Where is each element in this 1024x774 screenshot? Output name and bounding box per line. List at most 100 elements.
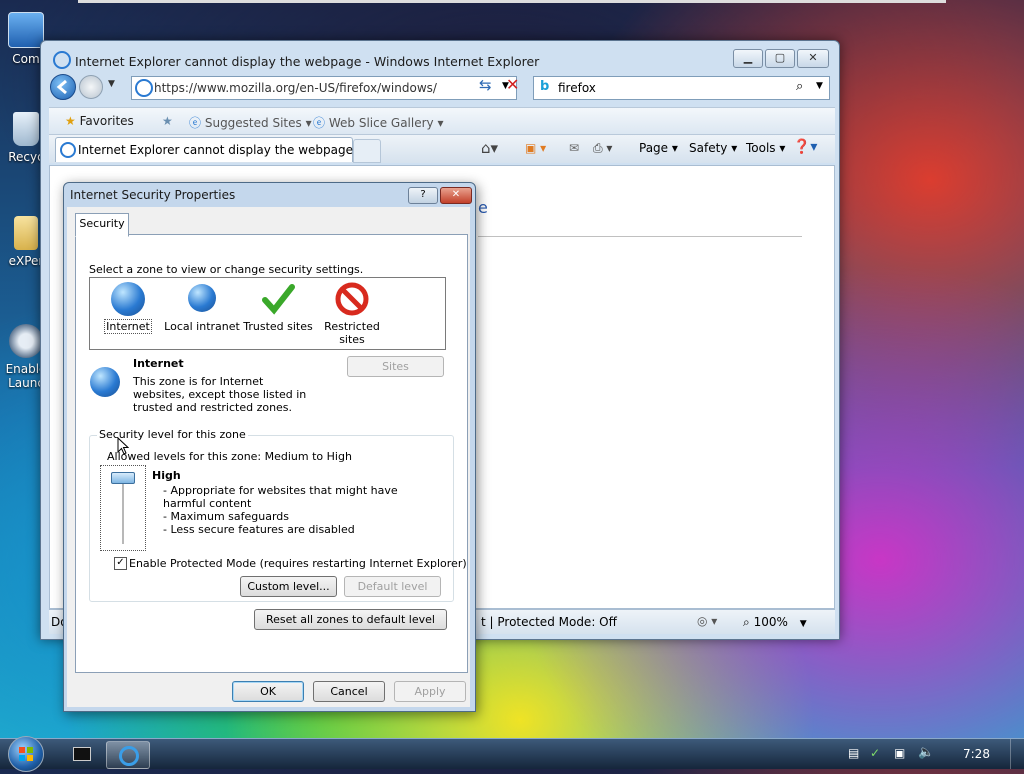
zone-trusted-sites[interactable]: Trusted sites — [240, 282, 316, 333]
search-query: firefox — [558, 81, 596, 95]
security-panel: Select a zone to view or change security… — [75, 234, 468, 673]
clock[interactable]: 7:28 — [963, 747, 990, 761]
add-favorites-icon[interactable]: ★ — [162, 114, 173, 128]
address-text: https://www.mozilla.org/en-US/firefox/wi… — [154, 81, 437, 95]
safety-menu-label: Safety — [689, 141, 728, 155]
new-tab-button[interactable] — [353, 139, 381, 163]
dialog-body: Security Select a zone to view or change… — [67, 207, 470, 707]
safety-menu[interactable]: Safety ▾ — [689, 141, 737, 155]
protected-mode-checkbox[interactable]: ✓ — [114, 557, 127, 570]
back-arrow-icon — [56, 79, 67, 95]
close-button[interactable]: ✕ — [797, 49, 829, 68]
minimize-button[interactable]: ▁ — [733, 49, 763, 68]
ok-button[interactable]: OK — [232, 681, 304, 702]
desktop-top-strip — [78, 0, 946, 3]
security-zone-icon[interactable]: ◎ ▾ — [697, 614, 717, 628]
tab-title: Internet Explorer cannot display the web… — [78, 143, 353, 157]
search-box[interactable]: b firefox ⌕ ▼ — [533, 76, 830, 100]
ie-title: Internet Explorer cannot display the web… — [53, 51, 539, 69]
close-icon: ✕ — [451, 189, 461, 200]
zoom-icon: ⌕ — [743, 615, 750, 629]
windows-logo-icon — [19, 747, 33, 761]
history-dropdown-icon[interactable]: ▼ — [108, 79, 115, 89]
search-dropdown-icon[interactable]: ▼ — [816, 81, 823, 91]
reset-all-zones-button[interactable]: Reset all zones to default level — [254, 609, 447, 630]
slider-thumb[interactable] — [111, 472, 135, 484]
show-desktop-button[interactable] — [1010, 739, 1024, 769]
address-bar[interactable]: https://www.mozilla.org/en-US/firefox/wi… — [131, 76, 517, 100]
custom-level-button[interactable]: Custom level... — [240, 576, 337, 597]
stop-icon[interactable]: ✕ — [506, 75, 519, 94]
page-menu-label: Page — [639, 141, 669, 155]
zoom-control[interactable]: ⌕ 100% ▼ — [743, 615, 807, 630]
level-desc-1: - Appropriate for websites that might ha… — [163, 484, 398, 510]
page-menu[interactable]: Page ▾ — [639, 141, 678, 155]
apply-button[interactable]: Apply — [394, 681, 466, 702]
cancel-button[interactable]: Cancel — [313, 681, 385, 702]
star-icon: ★ — [65, 114, 76, 128]
checkmark-icon — [262, 284, 295, 315]
maximize-icon: ▢ — [774, 51, 786, 64]
page-heading-fragment: e — [478, 198, 488, 217]
search-icon[interactable]: ⌕ — [796, 79, 803, 94]
action-center-icon[interactable]: ▤ — [848, 746, 859, 760]
level-desc-2: - Maximum safeguards — [163, 510, 290, 523]
start-button[interactable] — [8, 736, 44, 772]
home-icon[interactable]: ⌂▾ — [481, 139, 498, 157]
suggested-sites-label: Suggested Sites — [204, 116, 302, 130]
help-icon[interactable]: ❓▾ — [793, 139, 817, 155]
selected-zone-description: This zone is for Internet websites, exce… — [133, 375, 307, 414]
maximize-button[interactable]: ▢ — [765, 49, 795, 68]
zone-local-intranet[interactable]: Local intranet — [164, 282, 240, 333]
sites-button[interactable]: Sites — [347, 356, 444, 377]
tab-active[interactable]: Internet Explorer cannot display the web… — [55, 137, 353, 162]
slider-track — [122, 476, 124, 544]
taskbar-cmd-button[interactable] — [62, 741, 100, 767]
zone-label: Trusted sites — [243, 320, 313, 333]
tab-security[interactable]: Security — [75, 213, 129, 237]
tools-menu-label: Tools — [746, 141, 776, 155]
zoom-value: 100% — [753, 615, 788, 629]
cmd-icon — [73, 747, 91, 761]
feeds-icon[interactable]: ▣ ▾ — [525, 141, 546, 155]
computer-icon — [8, 12, 44, 48]
minimize-icon: ▁ — [743, 51, 753, 64]
tools-menu[interactable]: Tools ▾ — [746, 141, 785, 155]
forward-button[interactable] — [79, 75, 103, 99]
favorites-bar: ★ Favorites ★ ⓔ Suggested Sites ▾ ⓔ Web … — [49, 107, 835, 135]
security-tray-icon[interactable]: ✓ — [870, 746, 880, 760]
folder-icon — [14, 216, 38, 250]
intranet-icon — [188, 284, 216, 312]
page-divider — [478, 236, 802, 237]
network-icon[interactable]: ▣ — [894, 746, 905, 760]
web-slice-gallery-label: Web Slice Gallery — [328, 116, 434, 130]
dialog-close-button[interactable]: ✕ — [440, 187, 472, 204]
tab-ie-icon — [60, 142, 76, 158]
taskbar-ie-button[interactable] — [106, 741, 150, 769]
zone-label: Restricted sites — [324, 320, 380, 346]
default-level-button[interactable]: Default level — [344, 576, 441, 597]
print-icon[interactable]: ⎙ ▾ — [593, 141, 612, 156]
selected-zone-name: Internet — [133, 357, 184, 370]
suggested-sites-button[interactable]: ⓔ Suggested Sites ▾ — [189, 114, 312, 131]
zone-label: Local intranet — [164, 320, 240, 333]
mail-icon[interactable]: ✉ — [569, 141, 579, 155]
favorites-button[interactable]: ★ Favorites — [65, 114, 134, 128]
zone-restricted-sites[interactable]: Restricted sites — [314, 282, 390, 346]
refresh-icon[interactable]: ⇆ — [479, 76, 492, 94]
zone-instruction: Select a zone to view or change security… — [89, 263, 364, 276]
selected-zone-globe-icon — [90, 367, 120, 397]
web-slice-gallery-button[interactable]: ⓔ Web Slice Gallery ▾ — [313, 114, 443, 131]
dialog-help-button[interactable]: ? — [408, 187, 438, 204]
protected-mode-label: Enable Protected Mode (requires restarti… — [129, 557, 467, 570]
security-slider[interactable] — [100, 465, 146, 551]
launcher-icon — [9, 324, 43, 358]
restricted-icon — [335, 282, 369, 316]
bing-icon: b — [540, 79, 550, 94]
page-ie-icon — [135, 79, 153, 97]
back-button[interactable] — [50, 74, 76, 100]
zone-internet[interactable]: Internet — [90, 282, 166, 334]
taskbar: ▤ ✓ ▣ 🔈 7:28 — [0, 736, 1024, 772]
volume-icon[interactable]: 🔈 — [918, 745, 934, 760]
ie-logo-icon — [119, 746, 139, 766]
